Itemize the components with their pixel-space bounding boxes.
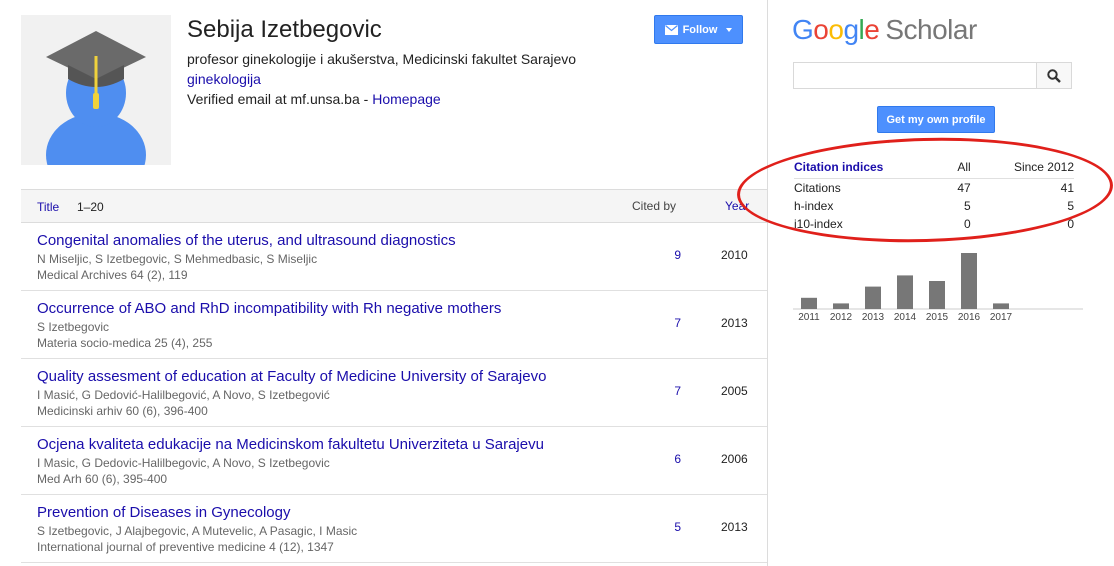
citation-indices-header: Citation indices (794, 158, 948, 179)
histogram-year-label: 2011 (798, 312, 820, 323)
article-title-link[interactable]: Prevention of Diseases in Gynecology (37, 504, 290, 521)
search-button[interactable] (1037, 62, 1072, 89)
metric-label: i10-index (794, 217, 843, 231)
article-authors: N Miseljic, S Izetbegovic, S Mehmedbasic… (37, 252, 318, 266)
histogram-year-label: 2017 (990, 312, 1013, 323)
histogram-bar-2017[interactable] (993, 303, 1009, 309)
article-authors: S Izetbegovic (37, 320, 110, 334)
col-since-header: Since 2012 (970, 158, 1074, 179)
article-venue: Medicinski arhiv 60 (6), 396-400 (37, 404, 208, 418)
research-interest-link[interactable]: ginekologija (187, 71, 261, 87)
article-venue: Materia socio-medica 25 (4), 255 (37, 336, 213, 350)
histogram-year-label: 2016 (958, 312, 981, 323)
article-row: Quality assesment of education at Facult… (21, 359, 767, 427)
metric-all: 0 (963, 217, 971, 231)
sort-by-year[interactable]: Year (725, 199, 749, 213)
histogram-bar-2016[interactable] (961, 253, 977, 309)
col-all-header: All (947, 158, 971, 179)
cited-by-link[interactable]: 7 (661, 316, 681, 330)
histogram-year-label: 2015 (926, 312, 949, 323)
sort-by-cited[interactable]: Cited by (632, 199, 676, 213)
article-year: 2005 (721, 384, 748, 398)
histogram-bar-2011[interactable] (801, 297, 817, 309)
search-icon (1047, 68, 1061, 83)
histogram-year-label: 2012 (830, 312, 853, 323)
article-title-link[interactable]: Quality assesment of education at Facult… (37, 368, 546, 385)
metric-since: 5 (1067, 199, 1074, 213)
article-row: Ocjena kvaliteta edukacije na Medicinsko… (21, 427, 767, 495)
articles-table-header: Title 1–20 Cited by Year (21, 189, 767, 223)
envelope-icon (664, 24, 678, 35)
cited-by-link[interactable]: 5 (661, 520, 681, 534)
google-wordmark: Google (792, 14, 880, 45)
profile-avatar (21, 15, 171, 165)
citations-per-year-histogram: 2011 2012 2013 2014 2015 2016 2017 (793, 253, 1083, 323)
article-year: 2013 (721, 316, 748, 330)
cited-by-link[interactable]: 6 (661, 452, 681, 466)
follow-button[interactable]: Follow (654, 15, 743, 44)
article-year: 2006 (721, 452, 748, 466)
metric-all: 5 (963, 199, 971, 213)
follow-label: Follow (682, 23, 718, 36)
article-title-link[interactable]: Congenital anomalies of the uterus, and … (37, 232, 456, 249)
metric-since: 41 (1060, 181, 1074, 195)
profile-name: Sebija Izetbegovic (187, 16, 382, 43)
histogram-year-label: 2013 (862, 312, 885, 323)
homepage-link[interactable]: Homepage (372, 91, 441, 107)
article-venue: Medical Archives 64 (2), 119 (37, 268, 188, 282)
metric-since: 0 (1067, 217, 1074, 231)
results-range: 1–20 (77, 200, 104, 214)
metric-label: Citations (794, 181, 841, 195)
histogram-bar-2015[interactable] (929, 281, 945, 309)
metric-label: h-index (794, 199, 834, 213)
histogram-bar-2014[interactable] (897, 275, 913, 309)
email-text: Verified email at mf.unsa.ba - (187, 91, 373, 107)
article-authors: I Masic, G Dedovic-Halilbegovic, A Novo,… (37, 456, 330, 470)
search-input[interactable] (793, 62, 1037, 89)
histogram-bar-2012[interactable] (833, 303, 849, 309)
article-title-link[interactable]: Occurrence of ABO and RhD incompatibilit… (37, 300, 501, 317)
article-authors: S Izetbegovic, J Alajbegovic, A Muteveli… (37, 524, 358, 538)
metric-row-i10-index: i10-index 0 0 (794, 215, 1074, 233)
profile-panel: Sebija Izetbegovic profesor ginekologije… (0, 0, 767, 566)
citation-indices-table: Citation indices All Since 2012 Citation… (794, 158, 1080, 233)
metric-all: 47 (957, 181, 971, 195)
verified-email: Verified email at mf.unsa.ba - Homepage (187, 91, 441, 107)
article-year: 2010 (721, 248, 748, 262)
article-year: 2013 (721, 520, 748, 534)
google-scholar-logo[interactable]: Google Scholar (792, 14, 977, 46)
article-title-link[interactable]: Ocjena kvaliteta edukacije na Medicinsko… (37, 436, 544, 453)
article-row: Prevention of Diseases in Gynecology S I… (21, 495, 767, 563)
article-authors: I Masić, G Dedović-Halilbegović, A Novo,… (37, 388, 330, 402)
caret-down-icon (726, 27, 733, 32)
histogram-year-label: 2014 (894, 312, 917, 323)
metric-row-citations: Citations 47 41 (794, 179, 1074, 198)
profile-affiliation: profesor ginekologije i akušerstva, Medi… (187, 51, 577, 67)
article-venue: Med Arh 60 (6), 395-400 (37, 472, 168, 486)
article-row: Congenital anomalies of the uterus, and … (21, 223, 767, 291)
get-my-own-profile-button[interactable]: Get my own profile (877, 106, 995, 133)
metric-row-h-index: h-index 5 5 (794, 197, 1074, 215)
cited-by-link[interactable]: 7 (661, 384, 681, 398)
column-divider (767, 0, 768, 566)
scholar-wordmark: Scholar (885, 14, 977, 45)
article-row: Occurrence of ABO and RhD incompatibilit… (21, 291, 767, 359)
cited-by-link[interactable]: 9 (661, 248, 681, 262)
graduate-avatar-icon (21, 15, 171, 165)
sort-by-title[interactable]: Title (37, 200, 59, 214)
histogram-bar-2013[interactable] (865, 286, 881, 309)
article-venue: International journal of preventive medi… (37, 540, 334, 554)
